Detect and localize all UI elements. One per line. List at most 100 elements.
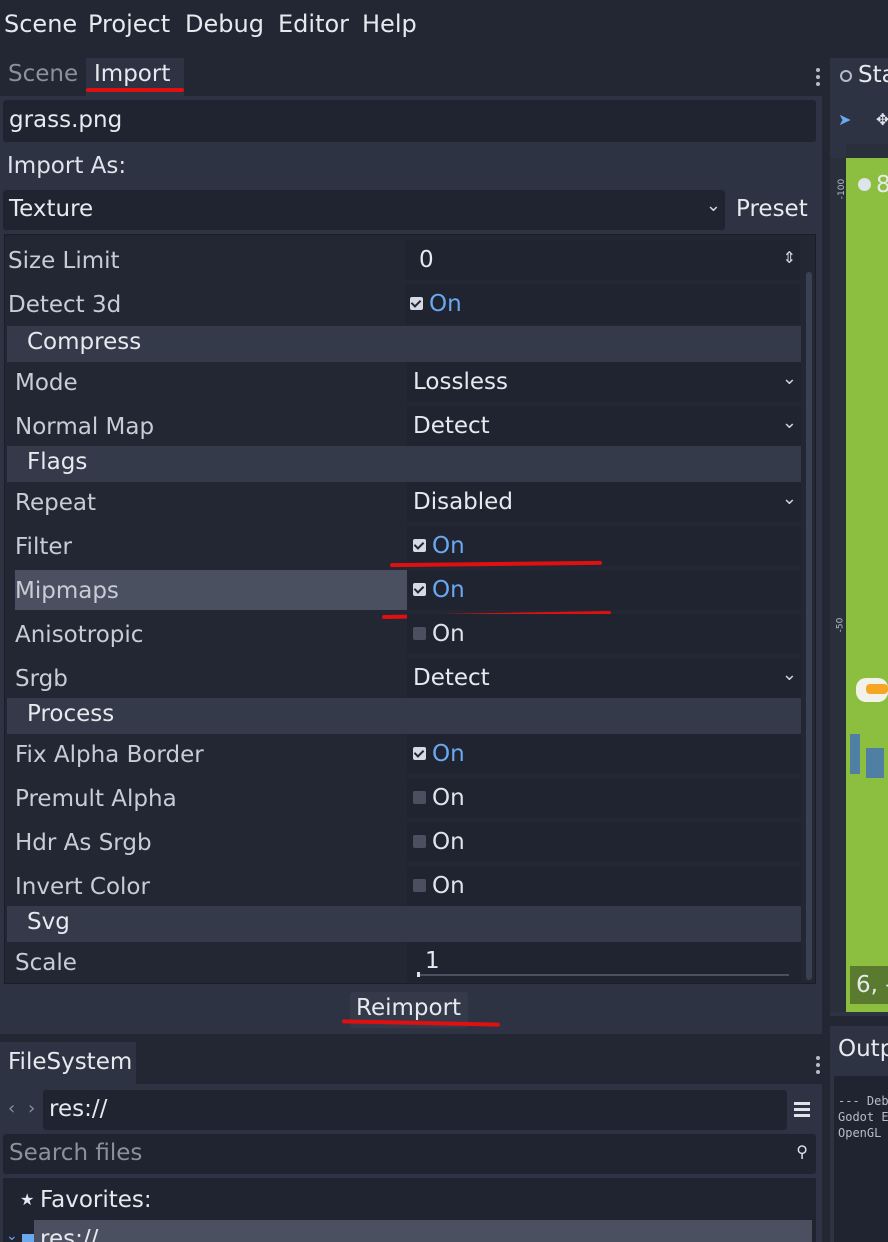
search-placeholder: Search files	[9, 1140, 143, 1166]
chevron-down-icon: ⌄	[781, 664, 797, 685]
prop-normal-map: Normal Map Detect ⌄	[7, 406, 801, 450]
section-flags[interactable]: Flags	[7, 446, 801, 482]
import-as-label: Import As:	[7, 153, 127, 179]
file-name: grass.png	[9, 107, 123, 133]
dock-menu-icon-dot3	[816, 82, 820, 86]
anisotropic-checkbox[interactable]: On	[407, 614, 801, 654]
section-flags-label: Flags	[27, 449, 88, 475]
srgb-dropdown[interactable]: Detect ⌄	[407, 658, 801, 698]
fix-alpha-border-value: On	[432, 741, 465, 767]
mode-label: Mode	[15, 370, 78, 396]
invert-color-value: On	[432, 873, 465, 899]
prop-srgb: Srgb Detect ⌄	[7, 658, 801, 702]
premult-alpha-checkbox[interactable]: On	[407, 778, 801, 818]
hdr-as-srgb-label: Hdr As Srgb	[15, 830, 152, 856]
search-files-input[interactable]: Search files ⚲	[3, 1134, 816, 1174]
filter-checkbox[interactable]: On	[407, 526, 801, 566]
reimport-label: Reimport	[356, 995, 462, 1021]
scale-label: Scale	[15, 950, 77, 976]
section-compress-label: Compress	[27, 329, 142, 355]
prop-repeat: Repeat Disabled ⌄	[7, 482, 801, 526]
section-process[interactable]: Process	[7, 698, 801, 734]
mode-dropdown[interactable]: Lossless ⌄	[407, 362, 801, 402]
minus-icon[interactable]	[858, 178, 871, 191]
star-icon: ★	[20, 1190, 35, 1209]
anisotropic-label: Anisotropic	[15, 622, 144, 648]
mipmaps-label: Mipmaps	[15, 578, 119, 604]
premult-alpha-label: Premult Alpha	[15, 786, 177, 812]
tab-scene[interactable]: Scene	[0, 58, 84, 96]
menu-scene[interactable]: Scene	[4, 10, 77, 38]
prop-hdr-as-srgb: Hdr As Srgb On	[7, 822, 801, 866]
prop-mipmaps: Mipmaps On	[7, 570, 801, 614]
plant-sprite-2	[866, 748, 884, 778]
ruler-vertical: -100 -50	[830, 158, 847, 1012]
section-svg-label: Svg	[27, 909, 70, 935]
tree-item-res[interactable]: res://	[40, 1226, 98, 1242]
dock-menu-icon[interactable]	[816, 68, 820, 72]
import-as-value: Texture	[9, 196, 94, 222]
scene-viewport[interactable]: 8	[846, 158, 888, 1012]
checkbox-checked-icon	[413, 539, 426, 552]
chevron-down-icon[interactable]: ⌄	[6, 1228, 18, 1242]
output-tab[interactable]: Outp	[838, 1036, 888, 1062]
select-tool-icon[interactable]: ➤	[838, 110, 851, 129]
tab-filesystem[interactable]: FileSystem	[0, 1042, 136, 1084]
menu-debug[interactable]: Debug	[185, 10, 264, 38]
hdr-as-srgb-checkbox[interactable]: On	[407, 822, 801, 862]
checkbox-checked-icon	[413, 747, 426, 760]
section-svg[interactable]: Svg	[7, 906, 801, 942]
size-limit-spinbox[interactable]: 0 ⇕	[405, 240, 800, 280]
file-name-field: grass.png	[3, 100, 816, 142]
menu-bar: Scene Project Debug Editor Help	[0, 0, 888, 54]
spinner-icon[interactable]: ⇕	[783, 248, 796, 267]
srgb-label: Srgb	[15, 666, 68, 692]
repeat-dropdown[interactable]: Disabled ⌄	[407, 482, 801, 522]
import-as-dropdown[interactable]: Texture ⌄	[3, 190, 725, 230]
viewport-tabbar: Sta	[830, 58, 888, 98]
menu-help[interactable]: Help	[362, 10, 417, 38]
move-tool-icon[interactable]: ✥	[876, 110, 888, 129]
scale-slider[interactable]: 1	[407, 942, 801, 982]
coords-box: 6, -	[850, 966, 888, 1004]
normal-map-dropdown[interactable]: Detect ⌄	[407, 406, 801, 446]
inspector-scrollbar[interactable]	[806, 272, 812, 980]
checkbox-unchecked-icon	[413, 835, 426, 848]
annotation-underline-import	[86, 88, 184, 92]
hdr-as-srgb-value: On	[432, 829, 465, 855]
favorites-label[interactable]: Favorites:	[40, 1187, 152, 1213]
scene-tab-label[interactable]: Sta	[858, 62, 888, 88]
menu-project[interactable]: Project	[88, 10, 170, 38]
scale-slider-grabber[interactable]	[417, 972, 420, 977]
fix-alpha-border-checkbox[interactable]: On	[407, 734, 801, 774]
mode-value: Lossless	[413, 369, 508, 395]
scale-slider-track[interactable]	[417, 974, 789, 976]
preset-button[interactable]: Preset	[736, 196, 808, 222]
viewport-label: 8	[876, 172, 888, 198]
split-mode-icon[interactable]	[794, 1102, 810, 1118]
invert-color-checkbox[interactable]: On	[407, 866, 801, 906]
checkbox-checked-icon	[413, 583, 426, 596]
output-line: OpenGL	[838, 1126, 882, 1140]
scene-tab-icon	[840, 70, 852, 82]
section-compress[interactable]: Compress	[7, 326, 801, 362]
output-line: --- Deb	[838, 1094, 888, 1108]
path-value: res://	[49, 1096, 108, 1122]
menu-editor[interactable]: Editor	[278, 10, 349, 38]
detect-3d-value: On	[429, 291, 462, 317]
output-log: --- Deb Godot E OpenGL	[834, 1076, 888, 1242]
tree-item-selected[interactable]	[34, 1220, 812, 1242]
mipmaps-checkbox[interactable]: On	[407, 570, 801, 610]
detect-3d-checkbox[interactable]: On	[405, 284, 800, 324]
chevron-down-icon: ⌄	[781, 368, 797, 389]
path-field[interactable]: res://	[43, 1090, 787, 1130]
chevron-down-icon: ⌄	[705, 195, 721, 216]
back-icon[interactable]: ‹	[8, 1098, 15, 1119]
forward-icon[interactable]: ›	[28, 1098, 35, 1119]
prop-detect-3d: Detect 3d On	[0, 284, 800, 328]
filter-value: On	[432, 533, 465, 559]
chevron-down-icon: ⌄	[781, 488, 797, 509]
prop-invert-color: Invert Color On	[7, 866, 801, 910]
filesystem-menu-icon[interactable]	[816, 1056, 820, 1060]
prop-size-limit: Size Limit 0 ⇕	[0, 240, 800, 284]
